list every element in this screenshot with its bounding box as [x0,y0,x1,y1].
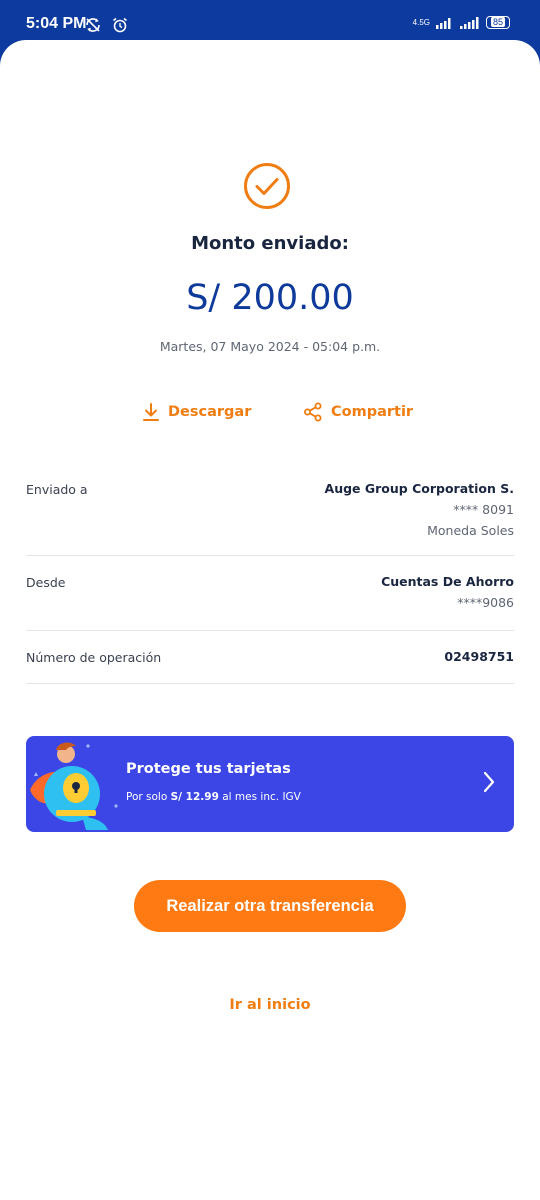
status-right-icons: 4.5G 85 [413,16,510,29]
status-time: 5:04 PM [26,15,87,32]
promo-price: S/ 12.99 [170,791,219,803]
success-check-icon [244,163,290,209]
sent-label: Monto enviado: [191,233,349,254]
signal-icon [435,17,451,29]
source-account-name: Cuentas De Ahorro [381,574,514,589]
recipient-currency: Moneda Soles [427,523,514,538]
recipient-name: Auge Group Corporation S. [324,481,514,496]
transaction-datetime: Martes, 07 Mayo 2024 - 05:04 p.m. [159,339,381,354]
from-values: Cuentas De Ahorro ****9086 [381,574,514,610]
amount: S/ 200.00 [186,278,354,318]
source-account-number: ****9086 [457,595,514,610]
promo-subtitle: Por solo S/ 12.99 al mes inc. IGV [126,791,301,803]
download-icon [143,403,159,421]
superhero-mascot-illustration [30,742,118,830]
detail-row-sent-to: Enviado a Auge Group Corporation S. ****… [26,472,514,556]
operation-number: 02498751 [444,649,514,664]
share-icon [304,402,322,422]
share-button[interactable]: Compartir [303,402,413,422]
card-protection-banner[interactable]: Protege tus tarjetas Por solo S/ 12.99 a… [26,736,514,832]
receipt-sheet: Monto enviado: S/ 200.00 Martes, 07 Mayo… [0,40,540,1200]
no-sync-icon [86,17,100,32]
share-label: Compartir [331,404,414,420]
chevron-right-icon [483,771,495,793]
sent-to-values: Auge Group Corporation S. **** 8091 Mone… [325,481,514,538]
new-transfer-button[interactable]: Realizar otra transferencia [134,880,406,932]
network-label: 4.5G [412,17,430,27]
sent-to-label: Enviado a [26,482,88,497]
detail-row-from: Desde Cuentas De Ahorro ****9086 [26,555,514,631]
download-button[interactable]: Descargar [142,402,251,422]
signal-icon [459,16,479,29]
detail-row-operation: Número de operación 02498751 [26,630,514,684]
recipient-account: **** 8091 [453,502,514,517]
status-left-icons [84,14,129,34]
battery-icon: 85 [485,16,510,29]
alarm-icon [113,17,128,32]
operation-values: 02498751 [444,649,514,664]
go-home-link[interactable]: Ir al inicio [0,997,540,1013]
promo-title: Protege tus tarjetas [126,761,291,777]
from-label: Desde [26,575,66,590]
download-label: Descargar [168,404,252,420]
operation-label: Número de operación [26,650,162,665]
